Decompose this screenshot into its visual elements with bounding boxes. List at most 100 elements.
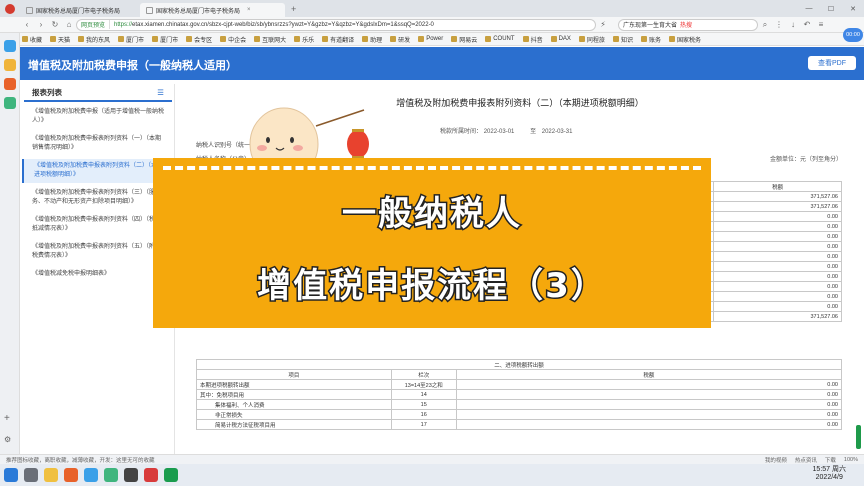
table-row: 简易计税方法征税项目用 17 0.00 xyxy=(196,419,843,430)
minimize-button[interactable]: — xyxy=(798,5,820,12)
url-field[interactable]: 网页预览 https://etax.xiamen.chinatax.gov.cn… xyxy=(76,18,596,31)
wps-icon[interactable] xyxy=(144,468,158,482)
bookmark-item[interactable]: Power xyxy=(418,36,443,42)
download-icon[interactable]: ↓ xyxy=(786,20,800,29)
lightning-icon[interactable]: ⚡ xyxy=(596,20,610,29)
tab-2[interactable]: 国家税务总局厦门市电子税务局 × xyxy=(140,3,285,17)
tax-cell[interactable]: 0.00 xyxy=(713,261,842,272)
view-pdf-button[interactable]: 查看PDF xyxy=(808,56,856,70)
bookmark-item[interactable]: 会专区 xyxy=(186,35,212,44)
bookmark-icon xyxy=(186,36,193,42)
bookmark-item[interactable]: 抖音 xyxy=(522,35,543,44)
input-tax-transfer-table: 二、进项税额转出额 项目 栏次 税额 本期进项税额转出额 13=14至23之和 0.00 其中… xyxy=(196,359,843,430)
menu-icon[interactable]: ≡ xyxy=(814,20,828,29)
tax-cell[interactable]: 0.00 xyxy=(455,389,843,400)
close-tab-icon[interactable]: × xyxy=(247,7,251,13)
weibo-icon[interactable] xyxy=(3,78,16,90)
zoom-level[interactable]: 100% xyxy=(844,457,858,463)
report-list-item[interactable]: 《增值税及附加税费申报表附列资料（二）（本期进项税额明细）》 xyxy=(22,159,174,183)
bookmark-item[interactable]: 有道翻译 xyxy=(322,35,354,44)
forward-icon[interactable]: › xyxy=(34,20,48,29)
tax-cell[interactable]: 0.00 xyxy=(713,211,842,222)
report-list-item[interactable]: 《增值税及附加税费申报表附列资料（四）（税额抵减情况表）》 xyxy=(22,213,174,237)
add-icon[interactable]: + xyxy=(4,413,10,424)
tax-cell[interactable]: 0.00 xyxy=(713,301,842,312)
tax-cell[interactable]: 0.00 xyxy=(713,251,842,262)
database-icon[interactable]: ☰ xyxy=(157,88,164,97)
tax-cell[interactable]: 0.00 xyxy=(713,271,842,282)
app-icon[interactable] xyxy=(3,97,16,109)
app-header: 增值税及附加税费申报（一般纳税人适用） 查看PDF xyxy=(20,47,864,80)
tax-cell[interactable]: 0.00 xyxy=(455,379,843,390)
tax-cell[interactable]: 0.00 xyxy=(713,241,842,252)
status-download[interactable]: 下载 xyxy=(825,456,836,464)
tax-cell[interactable]: 371,527.06 xyxy=(713,191,842,202)
bookmark-item[interactable]: 网易云 xyxy=(451,35,477,44)
search-input[interactable]: 广东现第一生育大省 热搜 xyxy=(618,18,758,31)
home-icon[interactable]: ⌂ xyxy=(62,20,76,29)
bookmark-item[interactable]: 同程旅 xyxy=(578,35,605,44)
bookmark-item[interactable]: 厦门市 xyxy=(118,35,144,44)
taskbar: 15:57 周六 2022/4/9 xyxy=(0,464,864,486)
bookmark-icon xyxy=(640,36,647,42)
clock[interactable]: 15:57 周六 2022/4/9 xyxy=(813,466,846,482)
report-list-item[interactable]: 《增值税及附加税费申报表附列资料（五）（附加税费情况表）》 xyxy=(22,240,174,264)
bookmark-item[interactable]: 国家税务 xyxy=(668,35,701,44)
spreadsheet-icon[interactable] xyxy=(164,468,178,482)
tax-cell[interactable]: 0.00 xyxy=(713,221,842,232)
status-video[interactable]: 我的视频 xyxy=(765,456,787,464)
app-taskbar-icon[interactable] xyxy=(84,468,98,482)
report-list-item[interactable]: 《增值税及附加税费申报表附列资料（三）（服务、不动产和无形资产扣除项目明细）》 xyxy=(22,186,174,210)
bookmark-item[interactable]: 收藏 xyxy=(22,35,42,44)
section-title-cell: 二、进项税额转出额 xyxy=(196,359,842,370)
tab-1[interactable]: 国家税务总局厦门市电子税务局 xyxy=(20,3,140,17)
terminal-icon[interactable] xyxy=(124,468,138,482)
tax-cell[interactable]: 0.00 xyxy=(455,399,843,410)
tax-cell[interactable]: 0.00 xyxy=(713,231,842,242)
search-icon[interactable]: ⌕ xyxy=(758,20,772,30)
bookmark-item[interactable]: 我的东风 xyxy=(78,35,110,44)
tab-1-label: 国家税务总局厦门市电子税务局 xyxy=(36,8,121,15)
tax-cell[interactable]: 371,527.06 xyxy=(713,311,842,322)
tax-cell[interactable]: 371,527.06 xyxy=(713,201,842,212)
extension-icon[interactable]: ⋮ xyxy=(772,20,786,29)
report-list-item[interactable]: 《增值税及附加税费申报表附列资料（一）（本期销售情况明细）》 xyxy=(22,132,174,156)
tax-cell[interactable]: 0.00 xyxy=(455,419,843,430)
sidebar-app-icon[interactable] xyxy=(3,40,16,52)
report-list-item[interactable]: 《增值税及附加税费申报（适用于增值税一般纳税人）》 xyxy=(22,105,174,129)
new-tab-button[interactable]: + xyxy=(291,4,296,14)
maximize-button[interactable]: ☐ xyxy=(820,5,842,13)
undo-icon[interactable]: ↶ xyxy=(800,20,814,29)
settings-icon[interactable]: ⚙ xyxy=(4,435,11,444)
back-icon[interactable]: ‹ xyxy=(20,20,34,29)
file-explorer-icon[interactable] xyxy=(44,468,58,482)
report-list-item[interactable]: 《增值税减免税申报明细表》 xyxy=(22,267,174,282)
bookmark-item[interactable]: 账务 xyxy=(640,35,661,44)
bookmark-item[interactable]: 知识 xyxy=(612,35,633,44)
browser-logo-icon[interactable] xyxy=(0,2,20,16)
browser-taskbar-icon[interactable] xyxy=(64,468,78,482)
scrollbar-thumb[interactable] xyxy=(856,425,861,449)
bookmark-item[interactable]: 乐乐 xyxy=(294,35,314,44)
bookmark-item[interactable]: 天猫 xyxy=(50,35,70,44)
start-icon[interactable] xyxy=(4,468,18,482)
search-taskbar-icon[interactable] xyxy=(24,468,38,482)
bookmark-label: 厦门市 xyxy=(126,37,145,44)
bookmark-item[interactable]: 厦门市 xyxy=(152,35,178,44)
tax-cell[interactable]: 0.00 xyxy=(455,409,843,420)
bookmark-item[interactable]: 中企会 xyxy=(220,35,246,44)
wechat-icon[interactable] xyxy=(104,468,118,482)
bookmark-item[interactable]: 互联网大 xyxy=(254,35,286,44)
bookmark-item[interactable]: 助理 xyxy=(362,35,382,44)
favorites-icon[interactable] xyxy=(3,59,16,71)
bookmark-item[interactable]: COUNT xyxy=(485,36,515,42)
bookmark-item[interactable]: 研发 xyxy=(390,35,410,44)
close-window-button[interactable]: ✕ xyxy=(842,5,864,13)
status-news[interactable]: 热点资讯 xyxy=(795,456,817,464)
page-title: 增值税及附加税费申报（一般纳税人适用） xyxy=(28,60,237,72)
bookmark-item[interactable]: DAX xyxy=(550,36,571,42)
bookmark-icon xyxy=(254,36,261,42)
tax-cell[interactable]: 0.00 xyxy=(713,291,842,302)
refresh-icon[interactable]: ↻ xyxy=(48,20,62,29)
tax-cell[interactable]: 0.00 xyxy=(713,281,842,292)
